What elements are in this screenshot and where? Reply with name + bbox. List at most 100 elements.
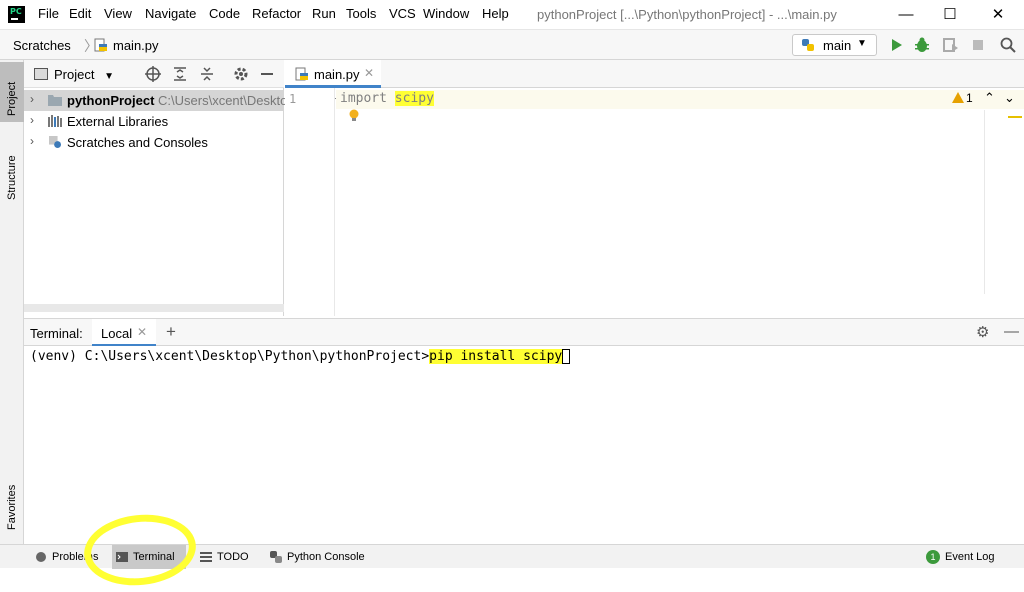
terminal-header: Terminal: Local ✕ + ⚙ — (24, 318, 1024, 347)
pycharm-logo-icon: PC (8, 6, 25, 23)
stop-icon[interactable] (969, 36, 987, 54)
chevron-right-icon[interactable]: › (30, 113, 34, 127)
coverage-icon[interactable] (941, 36, 959, 54)
close-button[interactable]: ✕ (976, 3, 1020, 27)
editor-tab-label: main.py (314, 67, 360, 82)
add-terminal-icon[interactable]: + (166, 322, 176, 342)
terminal-output[interactable]: (venv) C:\Users\xcent\Desktop\Python\pyt… (24, 346, 1024, 544)
folder-icon (48, 95, 62, 106)
tool-tab-favorites[interactable]: Favorites (0, 468, 24, 536)
project-panel: Project ▼ › pythonProject › External Lib… (24, 60, 422, 316)
menu-edit[interactable]: Edit (69, 6, 91, 21)
tree-item-label: External Libraries (67, 114, 169, 129)
locate-icon[interactable] (144, 65, 162, 83)
terminal-command-highlighted: pip install scipy (429, 349, 563, 364)
problems-icon (36, 552, 46, 562)
project-panel-header: Project ▼ (24, 60, 284, 88)
tree-item-label: Scratches and Consoles (67, 135, 208, 150)
tool-tab-project-label: Project (6, 81, 18, 116)
menu-window[interactable]: Window (423, 6, 469, 21)
chevron-down-icon: ▼ (857, 38, 867, 49)
menu-help[interactable]: Help (482, 6, 509, 21)
tool-tab-project[interactable]: Project (0, 62, 24, 122)
terminal-title: Terminal: (30, 326, 83, 341)
terminal-tab-local[interactable]: Local ✕ (92, 319, 156, 347)
python-file-icon (295, 67, 308, 81)
event-log-button[interactable]: 1 Event Log (922, 545, 999, 569)
horizontal-scrollbar[interactable] (24, 304, 284, 312)
editor-tab-bar: main.py ✕ (285, 60, 1024, 88)
menu-refactor[interactable]: Refactor (252, 6, 301, 21)
tool-tab-todo[interactable]: TODO (196, 545, 253, 569)
tree-item-external-libraries[interactable]: › External Libraries (24, 111, 284, 132)
chevron-down-icon: ▼ (104, 71, 114, 82)
editor-tab-main-py[interactable]: main.py ✕ (285, 60, 381, 88)
minimize-panel-icon[interactable]: — (1004, 323, 1019, 340)
minimize-button[interactable]: — (884, 3, 928, 27)
tool-tab-favorites-label: Favorites (6, 484, 18, 530)
todo-list-icon (200, 552, 212, 562)
run-configuration-select[interactable]: main ▼ (792, 34, 877, 56)
search-icon[interactable] (999, 36, 1017, 54)
project-view-select[interactable]: Project ▼ (54, 67, 114, 82)
title-bar: PC File Edit View Navigate Code Refactor… (0, 0, 1024, 30)
gear-icon[interactable] (232, 65, 250, 83)
lightbulb-icon[interactable] (348, 109, 360, 123)
run-icon[interactable] (887, 36, 905, 54)
tree-item-pythonproject[interactable]: › pythonProject C:\Users\xcent\Desktop\P… (24, 90, 422, 111)
menu-view[interactable]: View (104, 6, 132, 21)
chevron-right-icon[interactable]: › (30, 134, 34, 148)
minimize-panel-icon[interactable] (258, 65, 276, 83)
error-stripe-marker[interactable] (1008, 116, 1022, 118)
run-configuration-label: main (823, 38, 852, 53)
editor-gutter: 1 (285, 88, 335, 316)
terminal-tab-label: Local (101, 326, 133, 341)
window-title: pythonProject [...\Python\pythonProject]… (537, 7, 837, 22)
code-module-highlighted: scipy (394, 91, 434, 106)
project-name: pythonProject (67, 93, 155, 108)
expand-all-icon[interactable] (171, 65, 189, 83)
chevron-right-icon[interactable]: › (30, 92, 34, 106)
tool-tab-todo-label: TODO (217, 551, 249, 563)
tree-item-scratches[interactable]: › Scratches and Consoles (24, 132, 284, 153)
breadcrumb-main-py[interactable]: main.py (113, 38, 159, 53)
python-file-icon (94, 38, 107, 52)
warning-icon (952, 92, 964, 103)
close-icon[interactable]: ✕ (364, 66, 374, 80)
chevron-up-icon[interactable]: ⌃ (984, 90, 995, 106)
gear-icon[interactable]: ⚙ (976, 323, 989, 341)
event-log-badge: 1 (926, 550, 940, 564)
warning-count: 1 (966, 91, 973, 105)
tool-tab-structure-label: Structure (6, 155, 18, 200)
project-view-label: Project (54, 67, 95, 82)
menu-navigate[interactable]: Navigate (145, 6, 196, 21)
chevron-down-icon[interactable]: ⌄ (1004, 90, 1015, 106)
tool-tab-python-console-label: Python Console (287, 551, 365, 563)
line-number: 1 (289, 92, 297, 106)
terminal-cursor (562, 349, 571, 364)
menu-run[interactable]: Run (312, 6, 336, 21)
debug-icon[interactable] (913, 36, 931, 54)
terminal-prompt: (venv) C:\Users\xcent\Desktop\Python\pyt… (30, 349, 430, 364)
tool-tab-python-console[interactable]: Python Console (266, 545, 369, 569)
scratches-icon (49, 136, 61, 148)
close-icon[interactable]: ✕ (137, 325, 147, 339)
inspection-widget[interactable]: 1 ⌃ ⌄ (948, 90, 1024, 109)
menu-code[interactable]: Code (209, 6, 240, 21)
python-config-icon (802, 39, 814, 51)
terminal-line: (venv) C:\Users\xcent\Desktop\Python\pyt… (30, 349, 571, 364)
menu-file[interactable]: File (38, 6, 59, 21)
library-icon (48, 115, 62, 127)
code-line: import scipy (340, 91, 434, 106)
menu-tools[interactable]: Tools (346, 6, 376, 21)
collapse-all-icon[interactable] (198, 65, 216, 83)
menu-vcs[interactable]: VCS (389, 6, 416, 21)
navigation-bar: Scratches 〉 main.py main ▼ (0, 30, 1024, 60)
code-editor[interactable]: import scipy 1 ⌃ ⌄ (336, 88, 1024, 316)
code-keyword: import (340, 91, 387, 106)
event-log-label: Event Log (945, 551, 995, 563)
project-view-icon (34, 68, 48, 80)
maximize-button[interactable]: ☐ (928, 3, 972, 27)
tool-tab-structure[interactable]: Structure (0, 136, 24, 206)
breadcrumb-scratches[interactable]: Scratches (13, 38, 71, 53)
